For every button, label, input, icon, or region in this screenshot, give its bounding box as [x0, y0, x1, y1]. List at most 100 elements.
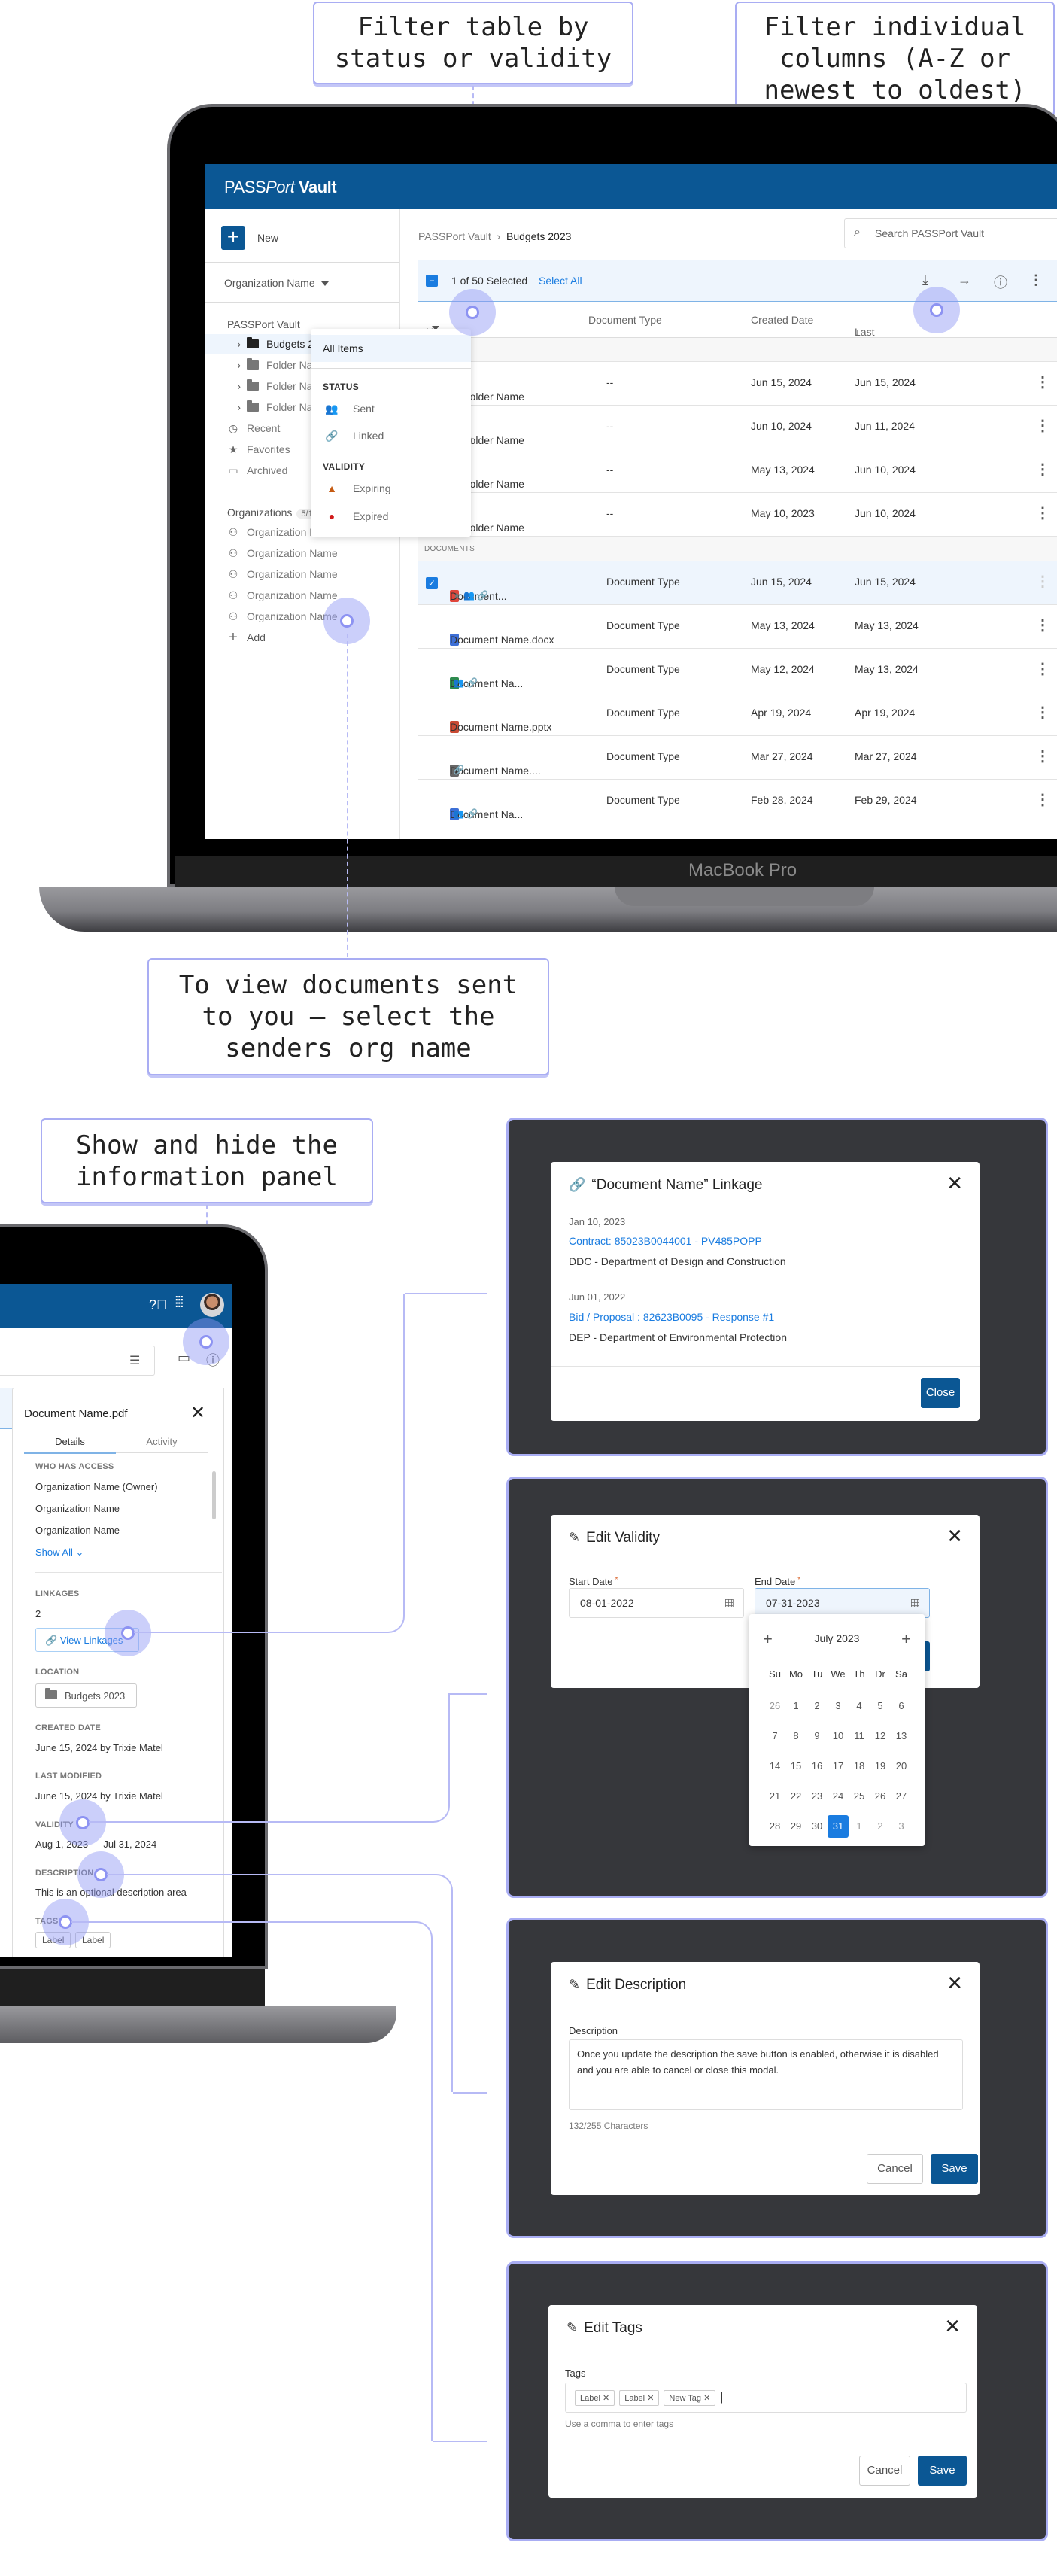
calendar-day[interactable]: 4 — [849, 1695, 870, 1717]
chevron-right-icon[interactable]: › — [224, 359, 247, 371]
calendar-day[interactable]: 21 — [764, 1785, 785, 1808]
calendar-day[interactable]: 17 — [828, 1755, 849, 1778]
calendar-day[interactable]: 29 — [785, 1815, 806, 1838]
calendar-day[interactable]: 14 — [764, 1755, 785, 1778]
chevron-right-icon[interactable]: › — [224, 338, 247, 350]
table-row-folder[interactable]: Folder Name ★ -- Jun 10, 2024 Jun 11, 20… — [418, 406, 1057, 449]
linkage-link[interactable]: Contract: 85023B0044001 - PV485POPP — [569, 1235, 762, 1247]
calendar-day[interactable]: 6 — [891, 1695, 912, 1717]
breadcrumb-root[interactable]: PASSPort Vault — [418, 230, 491, 242]
search-input[interactable]: ☰ — [0, 1346, 155, 1376]
calendar-day-selected[interactable]: 31 — [828, 1815, 849, 1838]
calendar-day[interactable]: 26 — [870, 1785, 891, 1808]
remove-tag-icon[interactable]: ✕ — [703, 2394, 710, 2403]
show-all-link[interactable]: Show All ⌄ — [35, 1547, 84, 1559]
search-input[interactable]: ⌕ Search PASSPort Vault — [844, 218, 1057, 248]
close-icon[interactable]: ✕ — [946, 1972, 963, 1994]
calendar-day[interactable]: 25 — [849, 1785, 870, 1808]
new-button[interactable]: + — [221, 226, 245, 250]
tags-input[interactable]: Label ✕ Label ✕ New Tag ✕ | — [565, 2383, 967, 2413]
close-button[interactable]: Close — [921, 1378, 960, 1408]
more-vertical-icon[interactable]: ⋮ — [1035, 572, 1050, 591]
filter-expired[interactable]: ● Expired — [311, 503, 471, 530]
next-month-button[interactable]: + — [901, 1629, 911, 1649]
calendar-day[interactable]: 16 — [806, 1755, 828, 1778]
col-created-date[interactable]: Created Date — [751, 314, 813, 326]
calendar-day[interactable]: 18 — [849, 1755, 870, 1778]
calendar-day[interactable]: 3 — [828, 1695, 849, 1717]
more-vertical-icon[interactable]: ⋮ — [1035, 503, 1050, 522]
sidebar-org[interactable]: ⚇ Organization Name — [205, 585, 400, 605]
filter-sent[interactable]: 👥 Sent — [311, 395, 471, 422]
calendar-day[interactable]: 12 — [870, 1725, 891, 1747]
filter-linked[interactable]: 🔗 Linked — [311, 422, 471, 449]
cancel-button[interactable]: Cancel — [867, 2154, 923, 2184]
table-row-folder[interactable]: Folder Name -- May 13, 2024 Jun 10, 2024… — [418, 449, 1057, 493]
more-vertical-icon[interactable]: ⋮ — [1035, 703, 1050, 722]
more-vertical-icon[interactable]: ⋮ — [1035, 616, 1050, 634]
brand-logo[interactable]: PASSPort Vault — [224, 178, 337, 197]
more-vertical-icon[interactable]: ⋮ — [1035, 747, 1050, 765]
table-row-folder[interactable]: Folder Name -- May 10, 2023 Jun 10, 2024… — [418, 493, 1057, 537]
calendar-day[interactable]: 20 — [891, 1755, 912, 1778]
more-vertical-icon[interactable]: ⋮ — [1035, 659, 1050, 678]
calendar-day[interactable]: 13 — [891, 1725, 912, 1747]
calendar-day[interactable]: 19 — [870, 1755, 891, 1778]
calendar-day[interactable]: 28 — [764, 1815, 785, 1838]
calendar-day[interactable]: 11 — [849, 1725, 870, 1747]
close-icon[interactable]: ✕ — [946, 1525, 963, 1547]
calendar-day[interactable]: 30 — [806, 1815, 828, 1838]
more-vertical-icon[interactable]: ⋮ — [1035, 790, 1050, 809]
col-document-type[interactable]: Document Type — [588, 314, 662, 326]
table-row-folder[interactable]: Folder Name -- Jun 15, 2024 Jun 15, 2024… — [418, 362, 1057, 406]
description-textarea[interactable]: Once you update the description the save… — [569, 2039, 963, 2110]
calendar-day[interactable]: 26 — [764, 1695, 785, 1717]
more-vertical-icon[interactable]: ⋮ — [1029, 272, 1043, 288]
calendar-day[interactable]: 15 — [785, 1755, 806, 1778]
linkage-link[interactable]: Bid / Proposal : 82623B0095 - Response #… — [569, 1311, 774, 1323]
info-icon[interactable]: ⓘ — [994, 272, 1007, 292]
calendar-day[interactable]: 3 — [891, 1815, 912, 1838]
start-date-input[interactable]: 08-01-2022 ▦ — [569, 1588, 744, 1618]
calendar-day[interactable]: 5 — [870, 1695, 891, 1717]
vault-title[interactable]: PASSPort Vault — [227, 318, 300, 330]
org-selector[interactable]: Organization Name — [224, 277, 329, 289]
end-date-input[interactable]: 07-31-2023 ▦ — [755, 1588, 930, 1618]
calendar-day[interactable]: 22 — [785, 1785, 806, 1808]
remove-tag-icon[interactable]: ✕ — [647, 2394, 654, 2403]
row-checkbox[interactable]: ✓ — [426, 577, 438, 589]
table-row-document[interactable]: Document Name.pptx Document Type Apr 19,… — [418, 692, 1057, 736]
close-icon[interactable]: ✕ — [946, 1172, 963, 1194]
calendar-day[interactable]: 7 — [764, 1725, 785, 1747]
chevron-right-icon[interactable]: › — [224, 380, 247, 392]
remove-tag-icon[interactable]: ✕ — [603, 2394, 609, 2403]
calendar-day[interactable]: 1 — [849, 1815, 870, 1838]
sidebar-org[interactable]: ⚇ Organization Name — [205, 607, 400, 626]
calendar-icon[interactable]: ▦ — [724, 1596, 734, 1609]
calendar-day[interactable]: 2 — [806, 1695, 828, 1717]
calendar-day[interactable]: 1 — [785, 1695, 806, 1717]
calendar-day[interactable]: 9 — [806, 1725, 828, 1747]
save-button[interactable]: Save — [918, 2456, 967, 2486]
filter-all-items[interactable]: All Items — [311, 335, 471, 362]
move-icon[interactable]: → — [958, 272, 971, 288]
calendar-day[interactable]: 27 — [891, 1785, 912, 1808]
select-indeterminate-checkbox[interactable]: − — [426, 275, 438, 287]
table-row-document[interactable]: Document Name.... 🔗 Document Type Mar 27,… — [418, 736, 1057, 780]
more-vertical-icon[interactable]: ⋮ — [1035, 460, 1050, 479]
table-row-document[interactable]: ✓ Document... ★ 👥 🔗 Document Type Jun 15, … — [418, 561, 1057, 605]
table-row-document[interactable]: Document Na... 👥 🔗 Document Type Feb 28, … — [418, 780, 1057, 823]
filter-expiring[interactable]: ▲ Expiring — [311, 475, 471, 502]
calendar-day[interactable]: 10 — [828, 1725, 849, 1747]
select-all-link[interactable]: Select All — [539, 275, 582, 287]
calendar-day[interactable]: 24 — [828, 1785, 849, 1808]
more-vertical-icon[interactable]: ⋮ — [1035, 416, 1050, 435]
sidebar-org[interactable]: ⚇ Organization Name — [205, 564, 400, 584]
calendar-icon[interactable]: ▦ — [910, 1596, 920, 1609]
table-row-document[interactable]: Document Name.docx Document Type May 13,… — [418, 605, 1057, 649]
calendar-day[interactable]: 8 — [785, 1725, 806, 1747]
chevron-right-icon[interactable]: › — [224, 401, 247, 413]
calendar-day[interactable]: 23 — [806, 1785, 828, 1808]
add-org-button[interactable]: + Add — [205, 628, 400, 647]
cancel-button[interactable]: Cancel — [859, 2456, 910, 2486]
